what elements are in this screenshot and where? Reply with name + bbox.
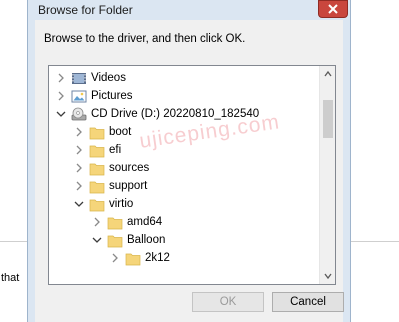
cd-drive-icon: [71, 107, 87, 121]
cancel-button[interactable]: Cancel: [272, 292, 344, 312]
chevron-right-icon[interactable]: [110, 253, 120, 263]
scrollbar-thumb[interactable]: [323, 100, 333, 138]
chevron-down-icon[interactable]: [56, 109, 66, 119]
chevron-right-icon[interactable]: [92, 217, 102, 227]
folder-icon: [107, 235, 123, 248]
tree-item-pictures[interactable]: Pictures: [49, 88, 319, 106]
tree-item-label: 2k12: [145, 252, 170, 264]
chevron-right-icon[interactable]: [74, 127, 84, 137]
tree-item-label: amd64: [127, 216, 163, 228]
browse-for-folder-dialog: Browse for Folder Browse to the driver, …: [27, 0, 351, 322]
chevron-right-icon[interactable]: [74, 181, 84, 191]
tree-item-videos[interactable]: Videos: [49, 70, 319, 88]
folder-icon: [89, 181, 105, 194]
tree-item-label: Pictures: [91, 90, 133, 102]
tree-item-support[interactable]: support: [49, 178, 319, 196]
chevron-right-icon[interactable]: [74, 163, 84, 173]
title-bar[interactable]: Browse for Folder: [28, 0, 350, 20]
folder-icon: [125, 253, 141, 266]
tree-item-sources[interactable]: sources: [49, 160, 319, 178]
folder-icon: [89, 163, 105, 176]
tree-item-label: sources: [109, 162, 150, 174]
vertical-scrollbar[interactable]: [319, 66, 335, 284]
tree-item-label: virtio: [109, 198, 134, 210]
tree-item-amd64[interactable]: amd64: [49, 214, 319, 232]
tree-item-balloon[interactable]: Balloon: [49, 232, 319, 250]
close-icon: [328, 4, 338, 14]
video-library-icon: [72, 73, 86, 84]
chevron-right-icon[interactable]: [56, 91, 66, 101]
tree-item-label: Balloon: [127, 234, 166, 246]
instruction-text: Browse to the driver, and then click OK.: [44, 33, 246, 45]
chevron-down-icon[interactable]: [92, 235, 102, 245]
scroll-down-arrow-icon[interactable]: [324, 272, 332, 280]
tree-item-2k12[interactable]: 2k12: [49, 250, 319, 268]
tree-item-virtio[interactable]: virtio: [49, 196, 319, 214]
tree-item-label: support: [109, 180, 148, 192]
dialog-client-area: Browse to the driver, and then click OK.…: [35, 20, 344, 322]
folder-icon: [107, 217, 123, 230]
chevron-right-icon[interactable]: [56, 73, 66, 83]
tree-item-label: efi: [109, 144, 122, 156]
scroll-up-arrow-icon[interactable]: [324, 70, 332, 78]
folder-icon: [89, 127, 105, 140]
chevron-right-icon[interactable]: [74, 145, 84, 155]
pictures-library-icon: [71, 90, 87, 103]
close-button[interactable]: [318, 0, 348, 18]
dialog-title: Browse for Folder: [38, 3, 133, 17]
folder-tree[interactable]: Videos Pictures CD Drive (D:) 20220810_1…: [48, 65, 336, 285]
background-text: that: [1, 272, 20, 284]
folder-icon: [89, 199, 105, 212]
tree-item-label: Videos: [91, 72, 126, 84]
folder-icon: [89, 145, 105, 158]
chevron-down-icon[interactable]: [74, 199, 84, 209]
tree-item-label: boot: [109, 126, 132, 138]
ok-button[interactable]: OK: [192, 292, 264, 312]
